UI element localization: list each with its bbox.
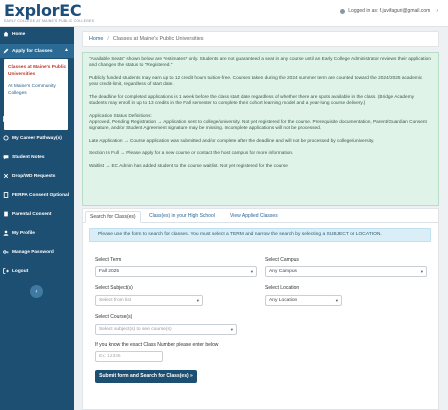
subject-label: Select Subject(s)	[95, 285, 133, 291]
ferpa-icon	[3, 192, 9, 198]
breadcrumb: Home / Classes at Maine's Public Univers…	[82, 31, 439, 47]
campus-select[interactable]: Any Campus ▾	[265, 266, 427, 277]
term-select[interactable]: Fall 2025 ▾	[95, 266, 257, 277]
chevron-down-icon: ▾	[230, 327, 233, 332]
tab-classes-high-school[interactable]: Class(es) in your High School	[145, 211, 219, 223]
notice-paragraph: The deadline for completed applications …	[89, 94, 415, 107]
profile-icon	[3, 230, 9, 236]
notes-icon	[3, 154, 9, 160]
chevron-down-icon: ▾	[196, 298, 199, 303]
course-select-placeholder: Select subject(s) to see course(s)	[99, 327, 172, 332]
sidebar-item-label: FERPA Consent Optional	[12, 192, 70, 198]
notice-paragraph: "Available Seats" shown below are *estim…	[89, 57, 431, 69]
home-icon	[3, 31, 9, 37]
notice-paragraph: Publicly funded students may earn up to …	[89, 75, 423, 88]
chevron-left-icon: ‹	[35, 288, 38, 295]
top-bar: ExplorEC EARLY COLLEGE AT MAINE'S PUBLIC…	[0, 0, 448, 27]
sidebar-item-career-pathways[interactable]: My Career Pathway(s)	[0, 131, 74, 145]
sidebar: Home Apply for Classes ▲ Classes at Main…	[0, 27, 74, 410]
sidebar-item-manage-password[interactable]: Manage Password	[0, 245, 74, 259]
tab-search-classes[interactable]: Search for Class(es)	[85, 211, 141, 223]
sidebar-subitem-community-colleges[interactable]: At Maine's Community Colleges	[8, 83, 68, 97]
notice-paragraph: Waitlist → EC Admin has added student to…	[89, 164, 288, 170]
app: ExplorEC EARLY COLLEGE AT MAINE'S PUBLIC…	[0, 0, 448, 410]
breadcrumb-home-link[interactable]: Home	[89, 36, 103, 42]
sidebar-item-label: Manage Password	[12, 249, 54, 255]
sidebar-item-home[interactable]: Home	[0, 27, 74, 41]
consent-icon	[3, 211, 9, 217]
sidebar-item-student-notes[interactable]: Student Notes	[0, 150, 74, 164]
user-icon	[340, 8, 346, 14]
sidebar-item-drop-wd-requests[interactable]: Drop/WD Requests	[0, 169, 74, 183]
sidebar-item-logout[interactable]: Logout	[0, 264, 74, 278]
subject-select-placeholder: Select from list	[99, 298, 132, 303]
sidebar-item-label: Application Status	[12, 116, 55, 122]
course-label: Select Course(s)	[95, 314, 133, 320]
search-panel: Search for Class(es) Class(es) in your H…	[82, 208, 439, 410]
sidebar-item-label: Parental Consent	[12, 211, 52, 217]
pathway-icon	[3, 135, 9, 141]
tab-view-applied-classes[interactable]: View Applied Classes	[226, 211, 282, 223]
chevron-down-icon: ▾	[420, 269, 423, 274]
location-select[interactable]: Any Location ▾	[265, 295, 342, 306]
breadcrumb-separator: /	[107, 36, 109, 42]
location-label: Select Location	[265, 285, 300, 291]
logout-icon	[3, 268, 9, 274]
sidebar-item-label: My Profile	[12, 230, 35, 236]
notice-paragraph: Section Is Full → Please apply for a new…	[89, 151, 294, 157]
sidebar-item-label: Apply for Classes	[12, 48, 53, 54]
info-alert: Please use the form to search for classe…	[89, 228, 431, 242]
sidebar-item-ferpa-consent[interactable]: FERPA Consent Optional	[0, 188, 74, 202]
sidebar-item-label: Home	[12, 31, 26, 37]
user-menu[interactable]: Logged in as: f.juvifaguri@gmail.com ›	[340, 8, 438, 14]
notice-paragraph: Application Status Definitions: Approved…	[89, 113, 427, 132]
submit-search-button[interactable]: Submit form and Search for Class(es) »	[95, 370, 197, 383]
drop-icon	[3, 173, 9, 179]
sidebar-item-my-profile[interactable]: My Profile	[0, 226, 74, 240]
sidebar-item-label: Drop/WD Requests	[12, 173, 56, 179]
logo[interactable]: ExplorEC EARLY COLLEGE AT MAINE'S PUBLIC…	[4, 2, 94, 23]
term-label: Select Term	[95, 257, 122, 263]
campus-select-value: Any Campus	[269, 269, 297, 274]
notice-box: "Available Seats" shown below are *estim…	[82, 52, 439, 206]
location-select-value: Any Location	[269, 298, 298, 303]
class-number-input[interactable]: Ex: 12345	[95, 351, 163, 362]
course-select[interactable]: Select subject(s) to see course(s) ▾	[95, 324, 237, 335]
breadcrumb-current: Classes at Maine's Public Universities	[112, 36, 204, 42]
class-number-label: If you know the exact Class Number pleas…	[95, 342, 219, 348]
chevron-down-icon: ▾	[335, 298, 338, 303]
sidebar-item-label: My Career Pathway(s)	[12, 135, 62, 141]
status-icon	[3, 116, 9, 122]
class-number-placeholder: Ex: 12345	[99, 354, 121, 359]
chevron-down-icon: ▾	[250, 269, 253, 274]
campus-label: Select Campus	[265, 257, 299, 263]
sidebar-item-apply-for-classes[interactable]: Apply for Classes ▲	[0, 44, 74, 58]
sidebar-collapse-button[interactable]: ‹	[30, 285, 43, 298]
sidebar-item-label: Logout	[12, 268, 29, 274]
key-icon	[3, 249, 9, 255]
notice-paragraph: Late Application → Course application wa…	[89, 138, 375, 144]
chevron-down-icon: ›	[436, 8, 438, 14]
tab-bar: Search for Class(es) Class(es) in your H…	[83, 209, 438, 223]
sidebar-subitem-public-universities[interactable]: Classes at Maine's Public Universities	[8, 64, 68, 78]
logo-tagline: EARLY COLLEGE AT MAINE'S PUBLIC COLLEGES	[4, 19, 95, 23]
user-text: Logged in as: f.juvifaguri@gmail.com	[348, 8, 431, 14]
logo-text: ExplorEC	[4, 1, 82, 20]
chevron-up-icon: ▲	[64, 47, 69, 53]
sidebar-item-label: Student Notes	[12, 154, 45, 160]
subject-select[interactable]: Select from list ▾	[95, 295, 203, 306]
term-select-value: Fall 2025	[99, 269, 120, 274]
sidebar-item-parental-consent[interactable]: Parental Consent	[0, 207, 74, 221]
pencil-icon	[3, 48, 9, 54]
sidebar-item-application-status[interactable]: Application Status	[0, 112, 74, 126]
